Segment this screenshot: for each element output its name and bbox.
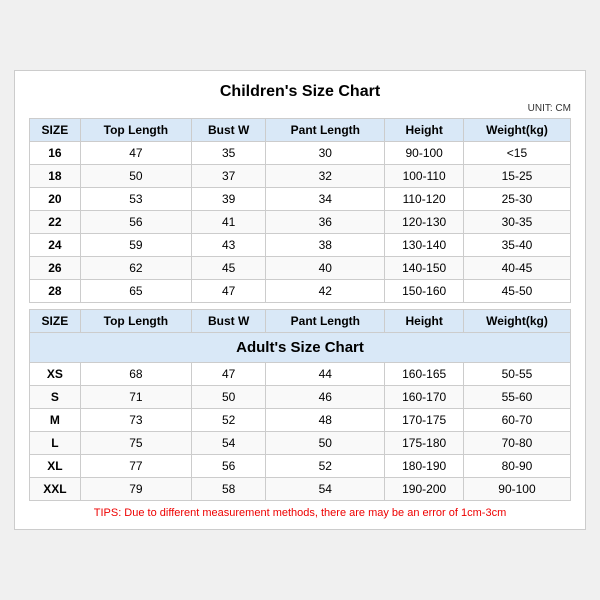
table-row: 28654742150-16045-50 [30,280,571,303]
col-header-pant-length: Pant Length [266,119,385,142]
adult-col-header-height: Height [385,310,464,333]
col-header-bust-w: Bust W [192,119,266,142]
adult-col-header-pant-length: Pant Length [266,310,385,333]
adult-col-header-size: SIZE [30,310,81,333]
table-row: 20533934110-12025-30 [30,188,571,211]
table-row: 18503732100-11015-25 [30,165,571,188]
col-header-weight: Weight(kg) [463,119,570,142]
table-row: XXL795854190-20090-100 [30,478,571,501]
adult-size-table: Adult's Size Chart SIZE Top Length Bust … [29,309,571,501]
table-row: 24594338130-14035-40 [30,234,571,257]
col-header-size: SIZE [30,119,81,142]
col-header-top-length: Top Length [80,119,191,142]
table-row: L755450175-18070-80 [30,432,571,455]
adult-col-header-top-length: Top Length [80,310,191,333]
table-row: S715046160-17055-60 [30,386,571,409]
children-size-table: SIZE Top Length Bust W Pant Length Heigh… [29,118,571,303]
table-row: 26624540140-15040-45 [30,257,571,280]
adult-col-header-bust-w: Bust W [192,310,266,333]
table-row: 22564136120-13030-35 [30,211,571,234]
table-row: 1647353090-100<15 [30,142,571,165]
table-row: XS684744160-16550-55 [30,363,571,386]
tips-text: TIPS: Due to different measurement metho… [29,507,571,519]
unit-label: UNIT: CM [29,103,571,114]
children-title: Children's Size Chart [29,83,571,101]
col-header-height: Height [385,119,464,142]
adult-col-header-weight: Weight(kg) [463,310,570,333]
adult-title: Adult's Size Chart [30,333,571,363]
table-row: M735248170-17560-70 [30,409,571,432]
chart-container: Children's Size Chart UNIT: CM SIZE Top … [14,70,586,530]
table-row: XL775652180-19080-90 [30,455,571,478]
